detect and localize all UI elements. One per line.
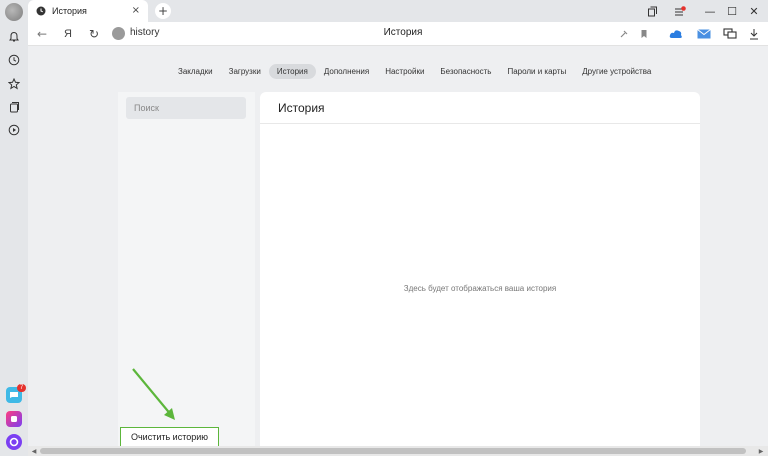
collections-icon[interactable] <box>6 99 22 115</box>
reload-button[interactable]: ↻ <box>86 26 102 42</box>
clock-icon <box>36 6 46 16</box>
close-window-button[interactable]: ✕ <box>742 2 766 20</box>
scroll-left-icon[interactable]: ◀ <box>29 446 39 456</box>
scroll-right-icon[interactable]: ▶ <box>756 446 766 456</box>
mail-icon[interactable] <box>696 26 712 42</box>
play-icon[interactable] <box>6 122 22 138</box>
nav-settings[interactable]: Настройки <box>377 64 432 79</box>
new-tab-button[interactable]: + <box>155 3 171 19</box>
tab-title: История <box>52 6 87 16</box>
alice-icon[interactable] <box>6 434 22 450</box>
maximize-button[interactable]: ☐ <box>720 2 744 20</box>
download-icon[interactable] <box>746 26 762 42</box>
notification-badge: 7 <box>17 384 26 392</box>
music-app-icon[interactable] <box>6 411 22 427</box>
history-header: История <box>260 92 700 124</box>
pointer-arrow-icon <box>132 368 175 420</box>
url-field[interactable]: history <box>130 27 159 38</box>
bookmark-icon[interactable] <box>636 26 652 42</box>
yandex-button[interactable]: Я <box>60 26 76 42</box>
clock-icon[interactable] <box>6 52 22 68</box>
shield-icon[interactable] <box>112 27 125 40</box>
star-icon[interactable] <box>6 76 22 92</box>
messenger-icon[interactable] <box>722 26 738 42</box>
scrollbar-thumb[interactable] <box>40 448 746 454</box>
nav-security[interactable]: Безопасность <box>432 64 499 79</box>
history-title: История <box>278 101 325 115</box>
nav-downloads[interactable]: Загрузки <box>221 64 269 79</box>
back-button[interactable]: ← <box>34 26 50 42</box>
pin-icon[interactable] <box>616 26 632 42</box>
history-main-panel: История Здесь будет отображаться ваша ис… <box>260 92 700 448</box>
page-title: История <box>383 27 423 38</box>
nav-other-devices[interactable]: Другие устройства <box>574 64 659 79</box>
horizontal-scrollbar[interactable]: ◀ ▶ <box>28 446 768 456</box>
clear-history-button[interactable]: Очистить историю <box>120 427 219 447</box>
minimize-button[interactable]: — <box>698 2 722 20</box>
nav-bookmarks[interactable]: Закладки <box>170 64 221 79</box>
close-tab-icon[interactable]: × <box>132 5 140 17</box>
bell-icon[interactable] <box>6 29 22 45</box>
empty-state-message: Здесь будет отображаться ваша история <box>403 284 557 293</box>
cloud-icon[interactable] <box>668 26 684 42</box>
menu-icon[interactable] <box>668 2 692 20</box>
profile-avatar[interactable] <box>5 3 23 21</box>
left-sidebar: 7 <box>0 0 28 456</box>
nav-history[interactable]: История <box>268 63 316 79</box>
collections-button[interactable] <box>640 2 664 20</box>
nav-extensions[interactable]: Дополнения <box>316 64 377 79</box>
search-input[interactable]: Поиск <box>126 97 246 119</box>
tab-bar: История × + — ☐ ✕ <box>28 0 768 22</box>
settings-nav: Закладки Загрузки История Дополнения Нас… <box>170 63 659 79</box>
tab-history[interactable]: История × <box>28 0 148 22</box>
address-bar: ← Я ↻ history История <box>28 22 768 46</box>
nav-passwords[interactable]: Пароли и карты <box>499 64 574 79</box>
